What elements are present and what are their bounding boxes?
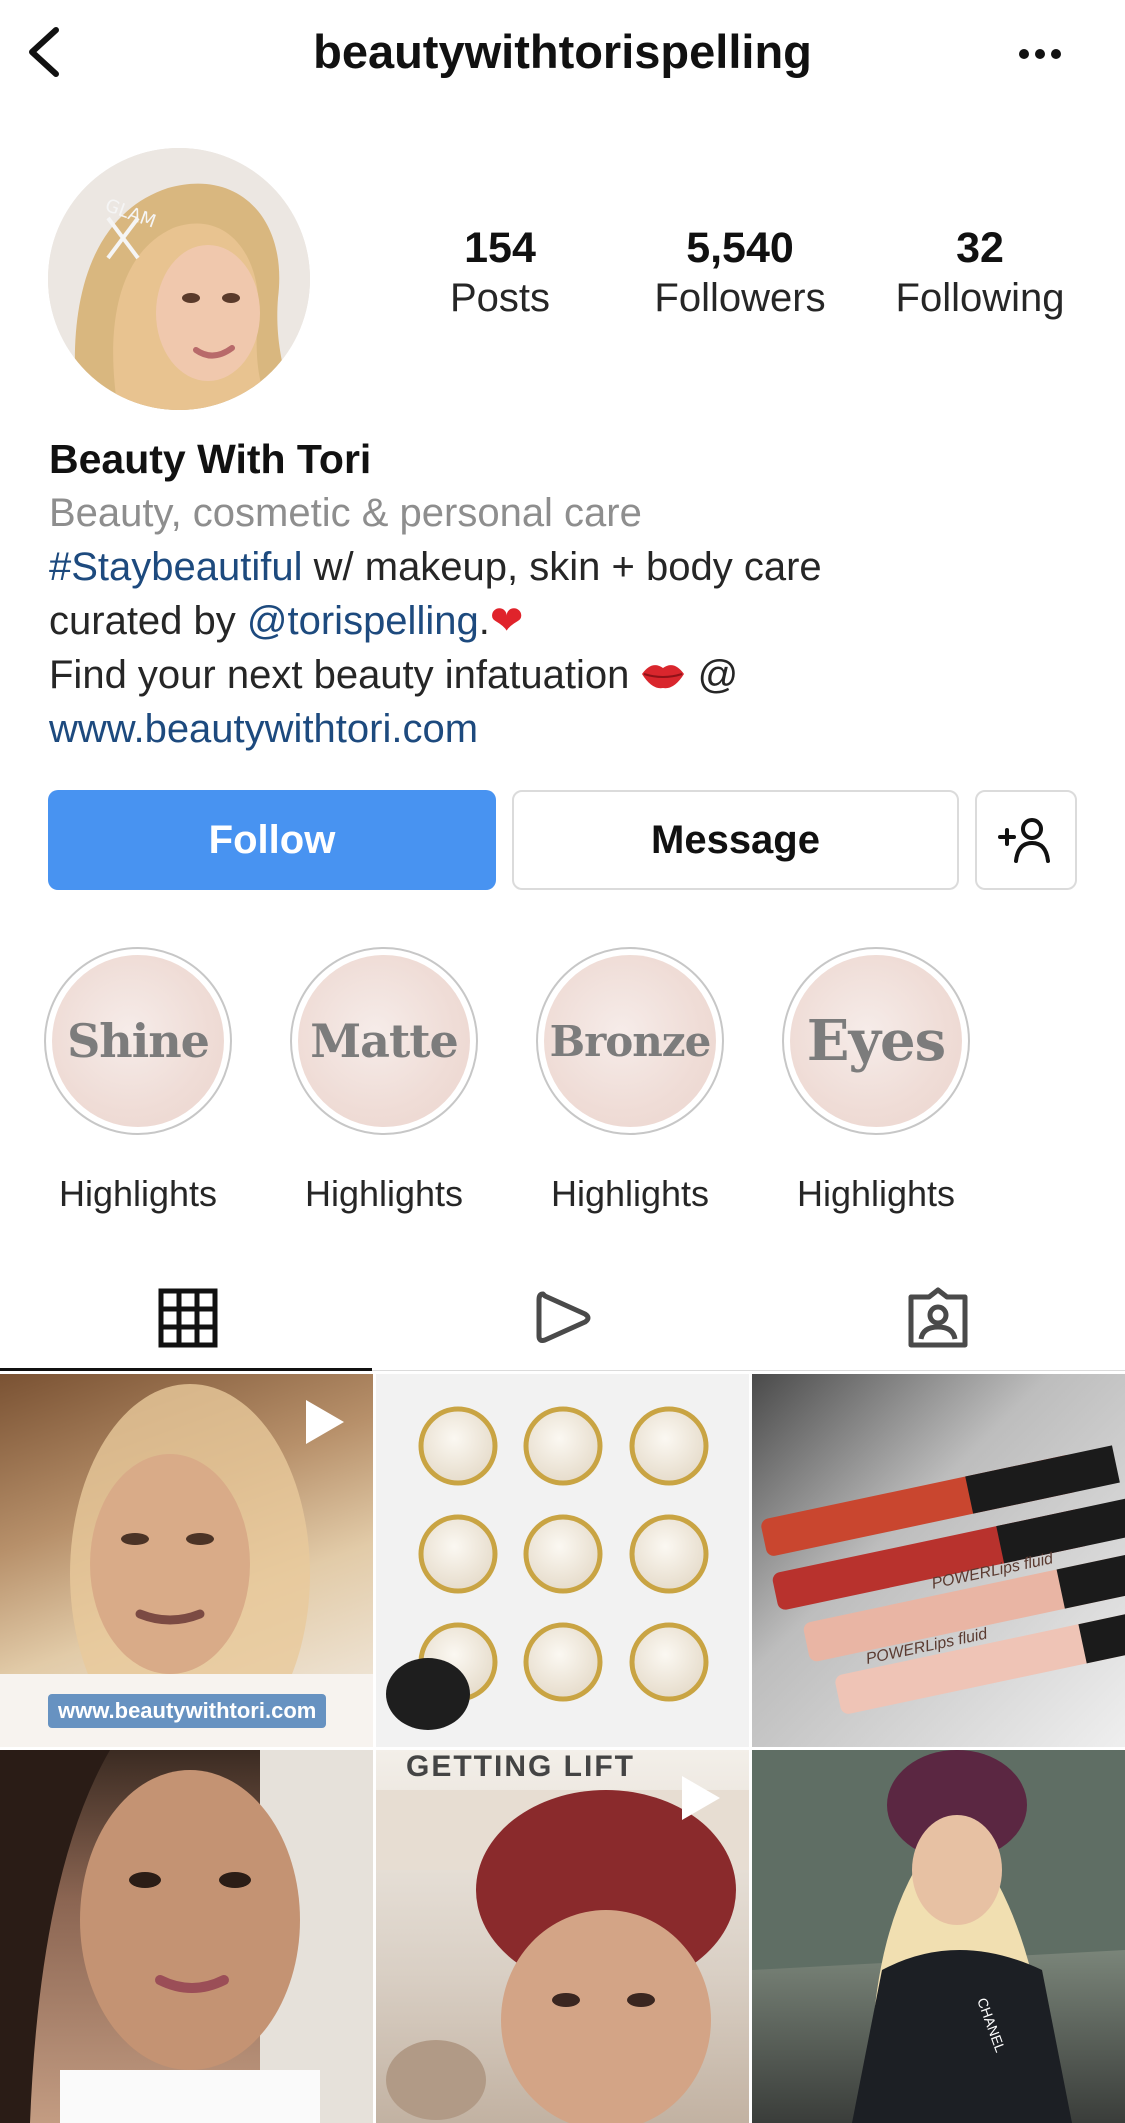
followers-count-value: 5,540 (686, 224, 794, 272)
highlight-cover: Shine (52, 955, 224, 1127)
profile-avatar[interactable]: GLAM (48, 148, 310, 410)
add-person-icon (998, 818, 1050, 863)
tab-posts-grid[interactable] (0, 1268, 375, 1368)
post-overlay-text: GETTING LIFT (406, 1750, 635, 1783)
post-image (386, 1406, 709, 1730)
bio-line-1-text: w/ makeup, skin + body care (302, 545, 822, 589)
highlight-eyes[interactable]: Eyes Highlights (778, 947, 974, 1215)
post-thumbnail[interactable] (376, 1374, 749, 1747)
tagged-person-icon (908, 1287, 967, 1348)
highlight-cover-title: Eyes (806, 1008, 946, 1074)
post-thumbnail[interactable]: www.beautywithtori.com (0, 1374, 373, 1747)
bio-line-2-prefix: curated by (49, 599, 247, 643)
followers-count-label: Followers (654, 276, 826, 320)
highlight-shine[interactable]: Shine Highlights (40, 947, 236, 1215)
post-image: CHANEL (752, 1750, 1125, 2123)
bio-line-1: #Staybeautiful w/ makeup, skin + body ca… (49, 540, 1089, 594)
play-outline-icon (536, 1291, 590, 1343)
video-play-icon (682, 1776, 720, 1820)
highlight-caption: Highlights (550, 1173, 710, 1214)
profile-category: Beauty, cosmetic & personal care (49, 491, 642, 535)
highlight-cover-title: Matte (310, 1014, 458, 1068)
bio-line-2-suffix: . (478, 599, 490, 643)
tab-tagged[interactable] (750, 1268, 1125, 1368)
hashtag-link[interactable]: #Staybeautiful (49, 545, 303, 589)
post-image (0, 1750, 373, 2123)
more-horizontal-icon (1019, 49, 1061, 59)
post-image: POWERLips fluid POWERLips fluid (761, 1445, 1125, 1714)
highlight-cover: Bronze (544, 955, 716, 1127)
profile-bio: Beauty With Tori Beauty, cosmetic & pers… (49, 432, 1089, 756)
highlight-matte[interactable]: Matte Highlights (286, 947, 482, 1215)
highlight-ring: Shine (44, 947, 232, 1135)
highlight-cover-title: Bronze (549, 1016, 712, 1066)
highlight-caption: Highlights (796, 1173, 956, 1214)
highlight-ring: Matte (290, 947, 478, 1135)
website-link[interactable]: www.beautywithtori.com (49, 707, 478, 751)
highlight-ring: Bronze (536, 947, 724, 1135)
tab-reels[interactable] (375, 1268, 750, 1368)
highlight-ring: Eyes (782, 947, 970, 1135)
posts-count-value: 154 (464, 224, 536, 272)
post-thumbnail[interactable]: POWERLips fluid POWERLips fluid (752, 1374, 1125, 1747)
following-count-label: Following (895, 276, 1065, 320)
bio-line-3-at: @ (686, 653, 739, 697)
profile-username: beautywithtorispelling (313, 25, 812, 78)
highlight-caption: Highlights (58, 1173, 218, 1214)
followers-count[interactable]: 5,540 Followers (630, 222, 850, 322)
lips-emoji-icon (640, 653, 686, 697)
highlight-caption: Highlights (304, 1173, 464, 1214)
message-button[interactable]: Message (512, 790, 959, 890)
display-name: Beauty With Tori (49, 436, 372, 482)
post-overlay-text: www.beautywithtori.com (48, 1694, 327, 1728)
post-thumbnail[interactable] (0, 1750, 373, 2123)
heart-emoji-icon: ❤ (489, 598, 524, 644)
following-count[interactable]: 32 Following (870, 222, 1090, 322)
follow-button[interactable]: Follow (48, 790, 496, 890)
highlight-bronze[interactable]: Bronze Highlights (532, 947, 728, 1215)
grid-icon (158, 1288, 217, 1348)
more-options-button[interactable] (1010, 30, 1070, 74)
posts-count-label: Posts (449, 276, 551, 320)
avatar-image: GLAM (48, 148, 310, 410)
post-thumbnail[interactable]: CHANEL (752, 1750, 1125, 2123)
bio-line-3-text: Find your next beauty infatuation (49, 653, 641, 697)
highlight-cover: Matte (298, 955, 470, 1127)
suggested-accounts-button[interactable] (975, 790, 1077, 890)
active-tab-indicator (0, 1368, 372, 1371)
bio-line-3: Find your next beauty infatuation @ (49, 648, 1089, 702)
following-count-value: 32 (956, 224, 1004, 272)
posts-count: 154 Posts (390, 222, 610, 322)
highlight-cover: Eyes (790, 955, 962, 1127)
highlight-cover-title: Shine (67, 1014, 210, 1068)
mention-link[interactable]: @torispelling (247, 599, 479, 643)
post-thumbnail[interactable]: GETTING LIFT (376, 1750, 749, 2123)
video-play-icon (306, 1400, 344, 1444)
bio-line-2: curated by @torispelling.❤ (49, 594, 1089, 648)
